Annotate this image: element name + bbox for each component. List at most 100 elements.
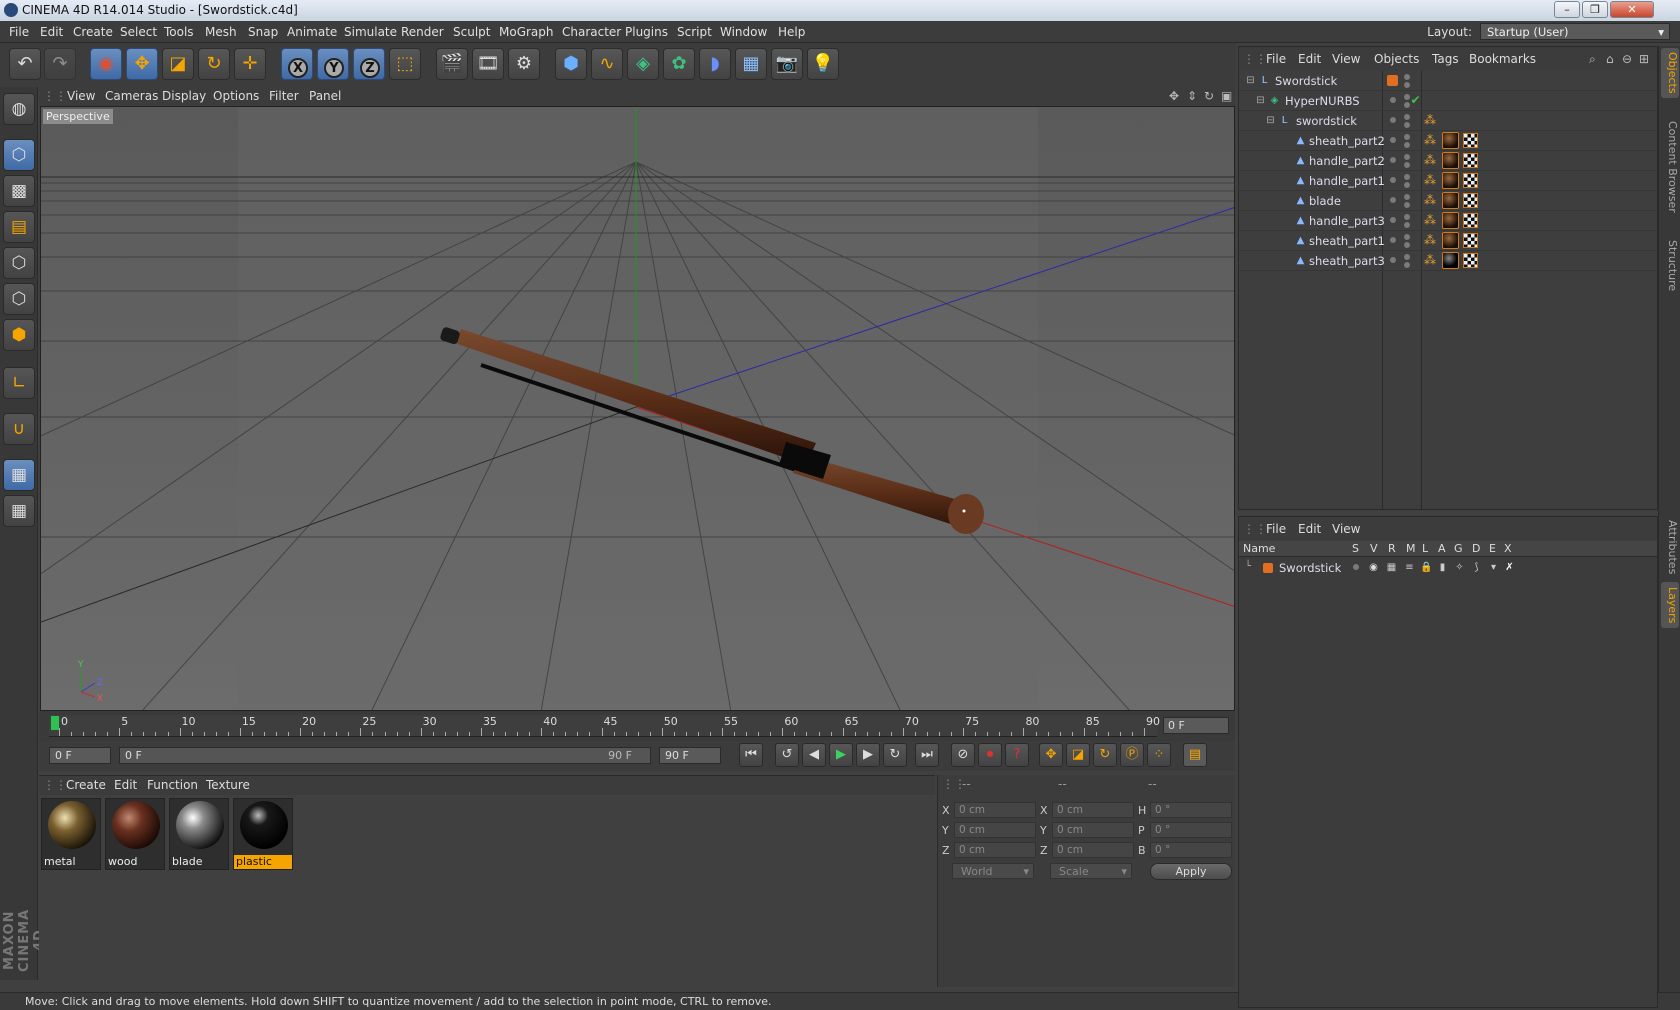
close-button[interactable]: ✕ [1610, 1, 1654, 18]
generator-icon[interactable]: ✧ [1452, 560, 1467, 575]
render-view-button[interactable]: 🎬 [436, 48, 468, 80]
material-tag-icon[interactable] [1442, 172, 1459, 189]
expression-icon[interactable]: ▾ [1486, 560, 1501, 575]
material-tag-icon[interactable] [1442, 212, 1459, 229]
object-row[interactable]: ▲ handle_part2 ⁂ [1239, 151, 1657, 171]
coordinate-system-button[interactable]: ⬚ [389, 48, 421, 80]
object-row[interactable]: ▲ sheath_part1 ⁂ [1239, 231, 1657, 251]
viewport-menu-options[interactable]: Options [213, 89, 259, 103]
timeline-track[interactable]: 0 5 10 15 20 25 30 35 40 45 50 55 60 65 70 75 80 85 90 [49, 715, 1160, 737]
key-pla-button[interactable]: ⁘ [1147, 743, 1171, 767]
add-floor-button[interactable]: ▦ [735, 48, 767, 80]
render-visibility-dot[interactable] [1404, 182, 1410, 188]
apply-button[interactable]: Apply [1150, 863, 1232, 880]
lock-icon[interactable]: 🔒 [1419, 560, 1434, 575]
search-icon[interactable]: ⌕ [1589, 52, 1596, 67]
new-window-icon[interactable]: ⊞ [1639, 52, 1649, 66]
editor-visibility-dot[interactable] [1404, 174, 1410, 180]
dolly-view-icon[interactable]: ⇕ [1187, 89, 1197, 103]
position-z-field[interactable]: 0 cm [954, 842, 1036, 858]
previous-key-button[interactable]: ↺ [775, 743, 799, 767]
size-x-field[interactable]: 0 cm [1052, 802, 1134, 818]
tab-layers[interactable]: Layers [1661, 582, 1679, 628]
material-menu-create[interactable]: Create [66, 778, 106, 792]
uvw-tag-icon[interactable] [1463, 153, 1478, 168]
playhead-marker[interactable] [51, 716, 59, 730]
maximize-button[interactable]: ❐ [1582, 1, 1608, 18]
y-axis-lock-button[interactable]: Y [317, 48, 349, 80]
editor-visibility-dot[interactable] [1404, 134, 1410, 140]
render-picture-viewer-button[interactable]: 🎞 [472, 48, 504, 80]
phong-tag-icon[interactable]: ⁂ [1424, 194, 1436, 206]
viewport-menu-cameras[interactable]: Cameras [105, 89, 158, 103]
phong-tag-icon[interactable]: ⁂ [1424, 214, 1436, 226]
key-parameter-button[interactable]: Ⓟ [1120, 743, 1144, 767]
editor-visibility-dot[interactable] [1404, 114, 1410, 120]
material-menu-edit[interactable]: Edit [114, 778, 137, 792]
z-axis-lock-button[interactable]: Z [353, 48, 385, 80]
planar-workplane-button[interactable]: ▦ [3, 495, 35, 527]
phong-tag-icon[interactable]: ⁂ [1424, 154, 1436, 166]
material-menu-texture[interactable]: Texture [206, 778, 250, 792]
play-button[interactable]: ▶ [829, 743, 853, 767]
deformer-icon[interactable]: ⟆ [1469, 560, 1484, 575]
key-rotation-button[interactable]: ↻ [1093, 743, 1117, 767]
object-row[interactable]: ⊟ L swordstick ⁂ [1239, 111, 1657, 131]
menu-edit[interactable]: Edit [40, 25, 63, 39]
uvw-tag-icon[interactable] [1463, 213, 1478, 228]
current-frame-field[interactable]: 0 F [1163, 717, 1229, 734]
render-visibility-dot[interactable] [1404, 82, 1410, 88]
layout-dropdown[interactable]: Startup (User) ▾ [1480, 23, 1670, 40]
render-visibility-dot[interactable] [1404, 242, 1410, 248]
go-to-end-button[interactable]: ⏭ [915, 743, 939, 767]
object-row[interactable]: ▲ handle_part1 ⁂ [1239, 171, 1657, 191]
solo-toggle[interactable] [1353, 564, 1359, 570]
menu-mesh[interactable]: Mesh [205, 25, 237, 39]
editor-visibility-dot[interactable] [1404, 234, 1410, 240]
render-visibility-dot[interactable] [1404, 222, 1410, 228]
collapse-icon[interactable]: ⊟ [1263, 113, 1278, 128]
polygons-mode-button[interactable]: ⬢ [3, 319, 35, 351]
objects-menu-tags[interactable]: Tags [1432, 52, 1459, 66]
move-tool-button[interactable]: ✥ [126, 48, 158, 80]
object-row[interactable]: ▲ sheath_part2 ⁂ [1239, 131, 1657, 151]
phong-tag-icon[interactable]: ⁂ [1424, 234, 1436, 246]
rotation-h-field[interactable]: 0 ° [1150, 802, 1232, 818]
tab-content-browser[interactable]: Content Browser [1661, 102, 1679, 232]
visibility-dot[interactable] [1390, 177, 1396, 183]
viewport-menu-view[interactable]: View [67, 89, 95, 103]
visibility-dot[interactable] [1390, 237, 1396, 243]
texture-mode-button[interactable]: ▩ [3, 175, 35, 207]
timeline-ruler[interactable]: 0 5 10 15 20 25 30 35 40 45 50 55 60 65 70 75 80 85 90 0 F [39, 711, 1235, 741]
recent-tool-button[interactable]: ✛ [234, 48, 266, 80]
tab-objects[interactable]: Objects [1661, 48, 1679, 98]
minimize-button[interactable]: – [1554, 1, 1580, 18]
objects-menu-edit[interactable]: Edit [1298, 52, 1321, 66]
phong-tag-icon[interactable]: ⁂ [1424, 114, 1436, 126]
collapse-icon[interactable]: ⊟ [1243, 73, 1258, 88]
layer-row[interactable]: └ Swordstick ◉ ▦ ≡ 🔒 ▮ ✧ ⟆ ▾ ✗ [1239, 558, 1657, 578]
render-visibility-dot[interactable] [1404, 202, 1410, 208]
objects-menu-objects[interactable]: Objects [1374, 52, 1419, 66]
visibility-dot[interactable] [1390, 137, 1396, 143]
material-swatch[interactable]: metal [41, 798, 101, 870]
make-editable-button[interactable]: ◍ [3, 93, 35, 125]
previous-frame-button[interactable]: ◀ [802, 743, 826, 767]
workplane-mode-button[interactable]: ▤ [3, 211, 35, 243]
points-mode-button[interactable]: ⬡ [3, 247, 35, 279]
menu-simulate[interactable]: Simulate [344, 25, 397, 39]
visibility-dot[interactable] [1390, 97, 1396, 103]
film-icon[interactable]: ▮ [1435, 560, 1450, 575]
end-frame-field[interactable]: 90 F [659, 747, 721, 764]
layer-color-swatch[interactable] [1263, 563, 1273, 573]
render-icon[interactable]: ▦ [1384, 560, 1399, 575]
viewport-menu-panel[interactable]: Panel [309, 89, 341, 103]
uvw-tag-icon[interactable] [1463, 173, 1478, 188]
editor-visibility-dot[interactable] [1404, 154, 1410, 160]
tab-attributes[interactable]: Attributes [1661, 516, 1679, 578]
layers-menu-edit[interactable]: Edit [1298, 522, 1321, 536]
material-tag-icon[interactable] [1442, 192, 1459, 209]
go-to-start-button[interactable]: ⏮ [739, 743, 763, 767]
keyframe-selection-button[interactable]: ? [1005, 743, 1029, 767]
position-x-field[interactable]: 0 cm [954, 802, 1036, 818]
